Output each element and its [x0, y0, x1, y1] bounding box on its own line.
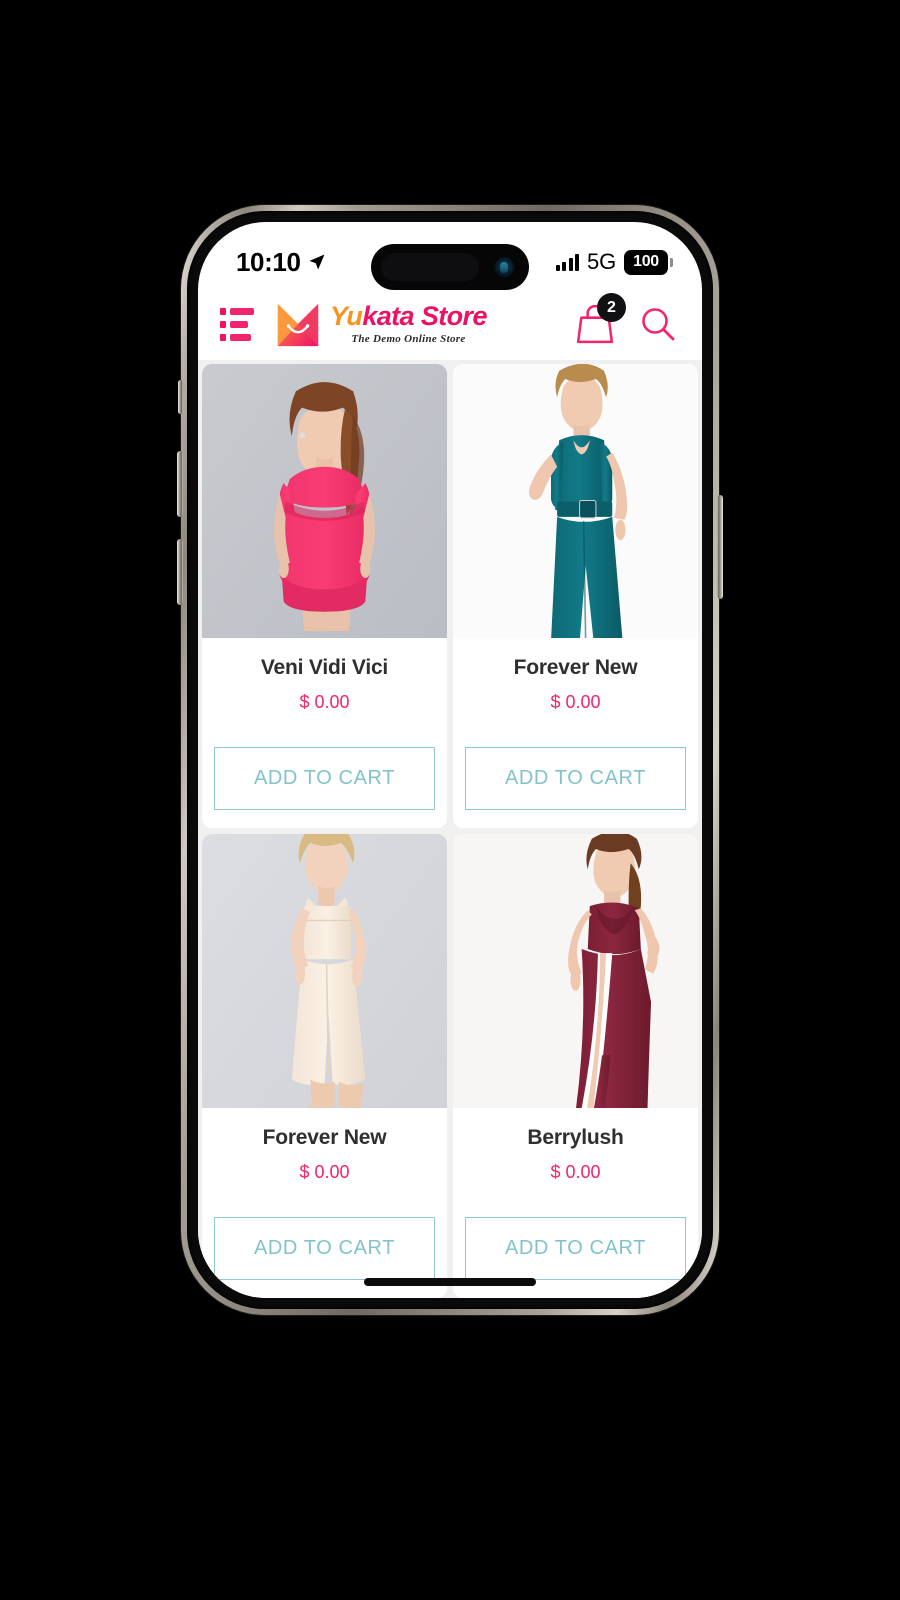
menu-row-2	[220, 320, 254, 328]
menu-bar	[230, 320, 248, 328]
home-indicator[interactable]	[364, 1278, 536, 1286]
add-to-cart-button[interactable]: ADD TO CART	[465, 747, 686, 810]
status-time: 10:10	[236, 246, 301, 277]
product-card[interactable]: Berrylush $ 0.00 ADD TO CART	[453, 834, 698, 1298]
product-image	[202, 364, 447, 638]
phone-screen: 10:10 5G 100 Yukata Store The Demo Onlin…	[198, 222, 702, 1298]
cart-count-badge: 2	[597, 293, 626, 322]
front-camera-icon	[493, 255, 516, 279]
menu-dot	[220, 333, 226, 341]
product-info: Forever New $ 0.00	[202, 1108, 447, 1197]
power-button[interactable]	[717, 495, 723, 599]
product-price: $ 0.00	[550, 692, 601, 712]
brand-tagline: The Demo Online Store	[351, 333, 466, 345]
menu-dot	[220, 307, 226, 315]
menu-bar	[230, 333, 251, 341]
product-price: $ 0.00	[299, 692, 350, 712]
product-grid: Veni Vidi Vici $ 0.00 ADD TO CART Foreve…	[198, 360, 702, 1298]
volume-up-button[interactable]	[177, 451, 183, 517]
app-header: Yukata Store The Demo Online Store 2	[198, 288, 702, 360]
brand-logo[interactable]: Yukata Store The Demo Online Store	[274, 301, 487, 347]
product-title: Forever New	[513, 656, 638, 679]
silent-switch-button[interactable]	[178, 380, 183, 414]
battery-indicator: 100	[624, 249, 673, 275]
screenshot-stage: 10:10 5G 100 Yukata Store The Demo Onlin…	[0, 0, 900, 1600]
menu-row-3	[220, 333, 254, 341]
product-title: Forever New	[262, 1126, 387, 1149]
product-price: $ 0.00	[299, 1162, 350, 1182]
header-actions: 2	[576, 293, 676, 344]
location-arrow-icon	[308, 253, 326, 271]
product-title: Veni Vidi Vici	[260, 656, 389, 679]
add-to-cart-button[interactable]: ADD TO CART	[465, 1217, 686, 1280]
brand-name: Yukata Store	[330, 303, 487, 330]
product-info: Berrylush $ 0.00	[453, 1108, 698, 1197]
phone-bezel: 10:10 5G 100 Yukata Store The Demo Onlin…	[187, 211, 713, 1309]
product-image	[453, 364, 698, 638]
dynamic-island-pill	[381, 253, 479, 281]
product-card[interactable]: Forever New $ 0.00 ADD TO CART	[453, 364, 698, 828]
brand-name-part2: kata Store	[362, 301, 487, 331]
product-card[interactable]: Veni Vidi Vici $ 0.00 ADD TO CART	[202, 364, 447, 828]
status-bar-left: 10:10	[236, 247, 326, 278]
menu-bar	[230, 307, 254, 315]
product-price: $ 0.00	[550, 1162, 601, 1182]
phone-device-frame: 10:10 5G 100 Yukata Store The Demo Onlin…	[177, 205, 723, 1315]
shopping-bag-logo-icon	[274, 301, 322, 347]
add-to-cart-button[interactable]: ADD TO CART	[214, 747, 435, 810]
product-image	[453, 834, 698, 1108]
hamburger-list-icon[interactable]	[220, 307, 254, 341]
add-to-cart-button[interactable]: ADD TO CART	[214, 1217, 435, 1280]
search-icon	[642, 308, 675, 341]
volume-down-button[interactable]	[177, 539, 183, 605]
product-card[interactable]: Forever New $ 0.00 ADD TO CART	[202, 834, 447, 1298]
product-info: Forever New $ 0.00	[453, 638, 698, 727]
network-type-label: 5G	[587, 249, 616, 274]
search-button[interactable]	[640, 306, 676, 342]
cellular-signal-icon	[555, 253, 580, 271]
brand-name-part1: Yu	[330, 301, 363, 331]
brand-text-block: Yukata Store The Demo Online Store	[330, 303, 487, 345]
product-title: Berrylush	[527, 1126, 624, 1149]
cart-button[interactable]: 2	[576, 293, 626, 344]
product-info: Veni Vidi Vici $ 0.00	[202, 638, 447, 727]
dynamic-island	[371, 244, 529, 290]
menu-dot	[220, 320, 226, 328]
menu-row-1	[220, 307, 254, 315]
status-bar-right: 5G 100	[555, 249, 673, 275]
product-image	[202, 834, 447, 1108]
